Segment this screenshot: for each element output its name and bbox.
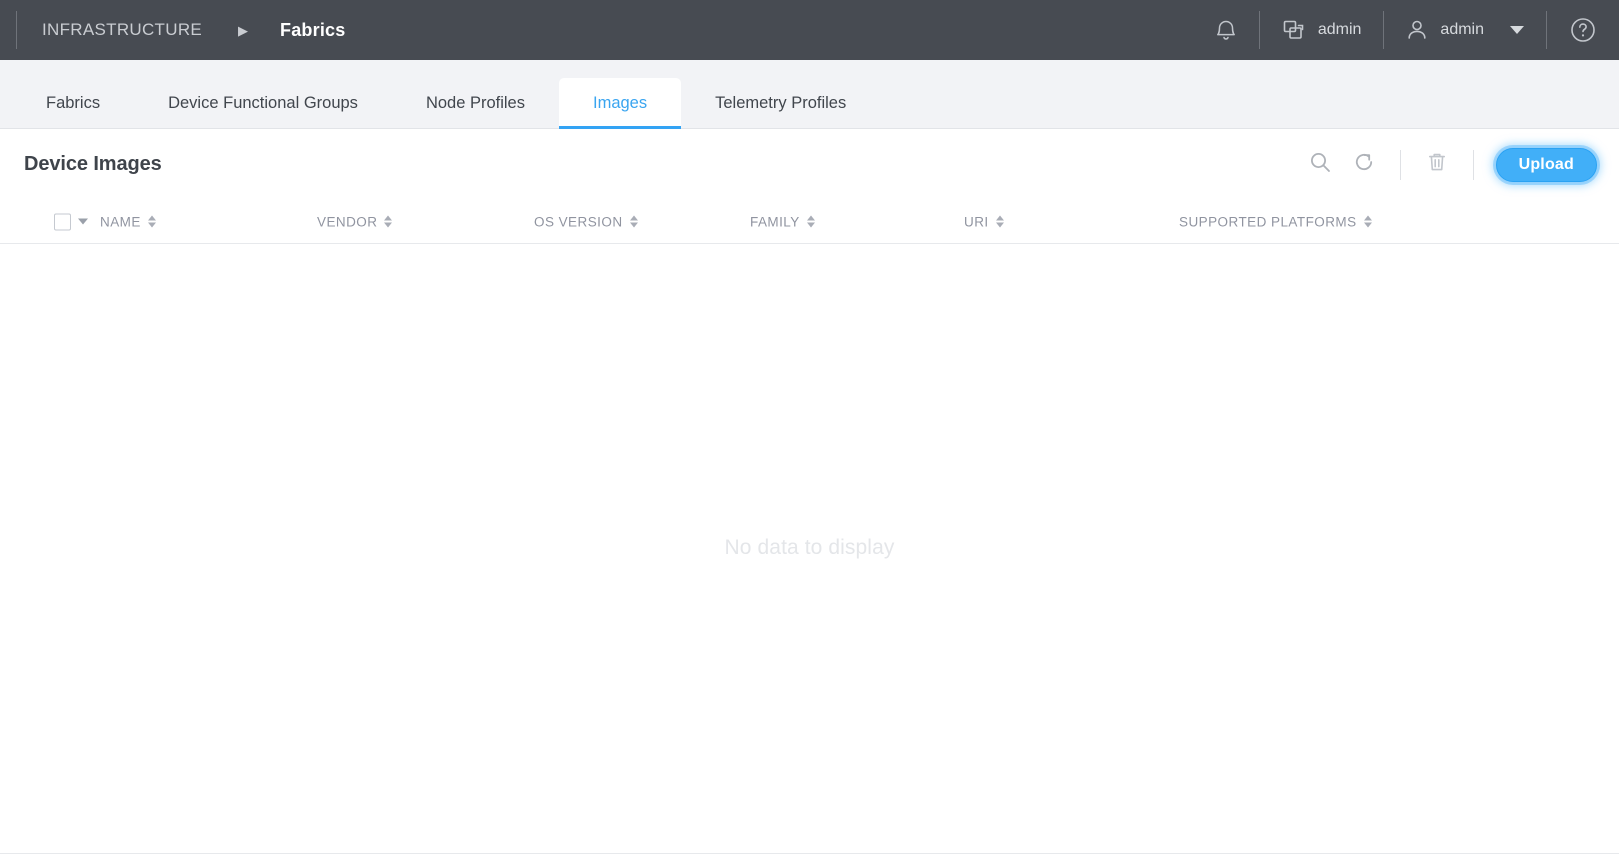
tab-images[interactable]: Images (559, 78, 682, 129)
sort-icon[interactable] (384, 215, 393, 228)
tab-bar: Fabrics Device Functional Groups Node Pr… (0, 60, 1619, 129)
column-header-vendor[interactable]: VENDOR (317, 214, 393, 229)
layers-icon (1282, 19, 1306, 41)
footer-left: 0 entities (24, 854, 109, 866)
user-label: admin (1440, 21, 1484, 38)
select-all-checkbox[interactable] (54, 213, 71, 230)
column-header-family-label: FAMILY (750, 214, 800, 229)
column-header-family[interactable]: FAMILY (750, 214, 815, 229)
tenant-label: admin (1317, 21, 1362, 38)
tab-telemetry-profiles[interactable]: Telemetry Profiles (681, 78, 880, 128)
tab-node-profiles[interactable]: Node Profiles (392, 78, 559, 128)
top-header-bar: INFRASTRUCTURE ▶ Fabrics admin admin (0, 0, 1619, 60)
tenant-selector[interactable]: admin (1260, 0, 1384, 60)
breadcrumb-item-infrastructure[interactable]: INFRASTRUCTURE (17, 20, 202, 40)
help-circle-icon (1569, 16, 1597, 44)
user-icon (1406, 18, 1428, 42)
panel-header: Device Images Upload (0, 129, 1619, 200)
panel-toolbar: Upload (1298, 145, 1597, 185)
column-header-vendor-label: VENDOR (317, 214, 378, 229)
sort-icon[interactable] (806, 215, 815, 228)
select-all-dropdown-icon[interactable] (78, 218, 88, 225)
trash-icon (1426, 150, 1448, 179)
refresh-button[interactable] (1342, 145, 1386, 185)
refresh-icon (1352, 150, 1376, 179)
chevron-down-icon (1510, 26, 1524, 34)
notifications-button[interactable] (1193, 0, 1259, 60)
header-actions: admin admin (1193, 0, 1619, 60)
page-title: Device Images (24, 153, 162, 175)
bell-icon (1215, 18, 1237, 42)
sort-icon[interactable] (1363, 215, 1372, 228)
column-header-name-label: NAME (100, 214, 141, 229)
sort-icon[interactable] (995, 215, 1004, 228)
tab-device-functional-groups[interactable]: Device Functional Groups (134, 78, 392, 128)
column-header-supported-platforms-label: SUPPORTED PLATFORMS (1179, 214, 1357, 229)
column-header-os-version[interactable]: OS VERSION (534, 214, 638, 229)
breadcrumb-caret-icon: ▶ (238, 22, 249, 38)
device-images-table: NAME VENDOR OS VERSION FAMILY URI SUPPOR (0, 200, 1619, 853)
tab-fabrics[interactable]: Fabrics (12, 78, 134, 128)
table-footer: 0 entities 15 ◀ Page 1 of 1 ▶ (0, 853, 1619, 866)
sort-icon[interactable] (147, 215, 156, 228)
select-all-cell (54, 213, 88, 230)
breadcrumb: INFRASTRUCTURE ▶ Fabrics (0, 0, 345, 60)
breadcrumb-item-fabrics[interactable]: Fabrics (280, 20, 345, 41)
toolbar-divider-2 (1472, 149, 1474, 180)
column-header-supported-platforms[interactable]: SUPPORTED PLATFORMS (1179, 214, 1372, 229)
table-body: No data to display (0, 244, 1619, 853)
column-header-os-version-label: OS VERSION (534, 214, 623, 229)
column-header-uri[interactable]: URI (964, 214, 1004, 229)
toolbar-divider-1 (1399, 149, 1401, 180)
upload-button[interactable]: Upload (1495, 147, 1597, 182)
empty-state-message: No data to display (724, 536, 895, 559)
help-button[interactable] (1547, 0, 1619, 60)
search-icon (1308, 150, 1332, 179)
column-header-name[interactable]: NAME (100, 214, 156, 229)
delete-button[interactable] (1415, 145, 1459, 185)
user-menu[interactable]: admin (1384, 0, 1546, 60)
sort-icon[interactable] (629, 215, 638, 228)
page-content: Device Images Upload NAME VENDOR OS VERS… (0, 129, 1619, 866)
search-button[interactable] (1298, 145, 1342, 185)
column-header-uri-label: URI (964, 214, 989, 229)
table-header-row: NAME VENDOR OS VERSION FAMILY URI SUPPOR (0, 200, 1619, 244)
